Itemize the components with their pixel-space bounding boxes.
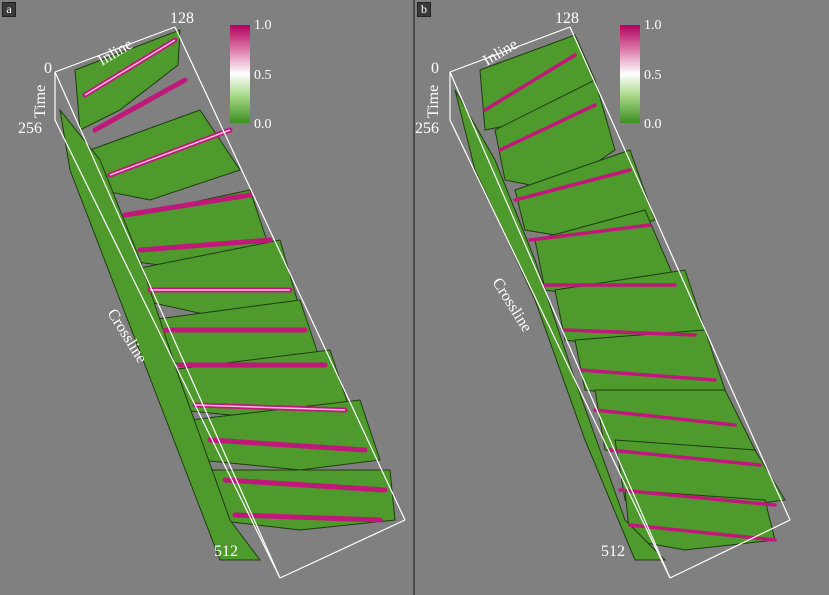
colorbar-min-label: 0.0 — [644, 117, 662, 132]
time-max-label: 256 — [18, 120, 42, 137]
colorbar-mid-label: 0.5 — [644, 68, 662, 83]
figure: a Inline 128 0 Time 256 Crossline 512 1.… — [0, 0, 829, 595]
time-axis-label: Time — [32, 84, 49, 118]
colorbar-min-label: 0.0 — [254, 117, 272, 132]
panel-b: b Inline 128 0 Time 256 Crossline 512 1.… — [415, 0, 829, 595]
colorbar-mid-label: 0.5 — [254, 68, 272, 83]
colorbar — [620, 25, 640, 123]
inline-max-label: 128 — [170, 10, 194, 27]
inline-max-label: 128 — [555, 10, 579, 27]
colorbar-max-label: 1.0 — [254, 18, 272, 33]
seismic-volume — [54, 26, 406, 579]
colorbar — [230, 25, 250, 123]
origin-label: 0 — [431, 60, 439, 77]
colorbar-max-label: 1.0 — [644, 18, 662, 33]
crossline-max-label: 512 — [601, 543, 625, 560]
panel-a: a Inline 128 0 Time 256 Crossline 512 1.… — [0, 0, 413, 595]
time-axis-label: Time — [425, 84, 442, 118]
origin-label: 0 — [44, 60, 52, 77]
time-max-label: 256 — [415, 120, 439, 137]
crossline-max-label: 512 — [214, 543, 238, 560]
